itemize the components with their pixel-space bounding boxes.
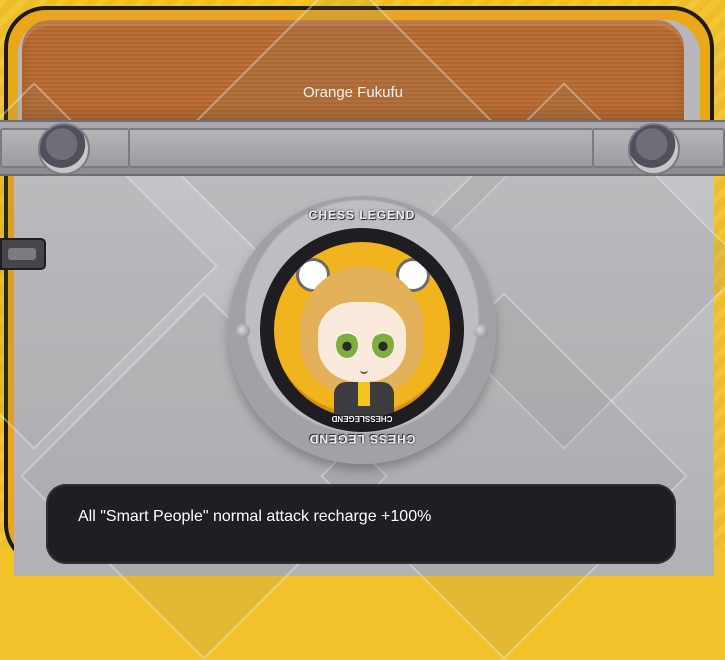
rail-bolt-left [38, 123, 90, 175]
medal-inner-text: CHESSLEGEND [331, 414, 393, 423]
chibi-eye-left [336, 332, 358, 358]
chess-legend-medal[interactable]: CHESS LEGEND CHESSLEGEND CHESS LEGEND [228, 196, 496, 464]
ability-description: All "Smart People" normal attack recharg… [78, 508, 432, 525]
medal-pin-right [474, 324, 488, 338]
description-panel: All "Smart People" normal attack recharg… [46, 484, 676, 564]
chibi-eye-right [372, 332, 394, 358]
medal-pin-left [236, 324, 250, 338]
rail-segment [128, 128, 594, 168]
chibi-tie [358, 382, 370, 406]
medal-bottom-text: CHESS LEGEND [308, 432, 416, 446]
metal-rail [0, 120, 725, 176]
side-latch [0, 238, 46, 270]
medal-top-text: CHESS LEGEND [308, 208, 416, 222]
medal-portrait [274, 242, 450, 418]
rail-bolt-right [628, 123, 680, 175]
medal-ring: CHESSLEGEND [260, 228, 464, 432]
